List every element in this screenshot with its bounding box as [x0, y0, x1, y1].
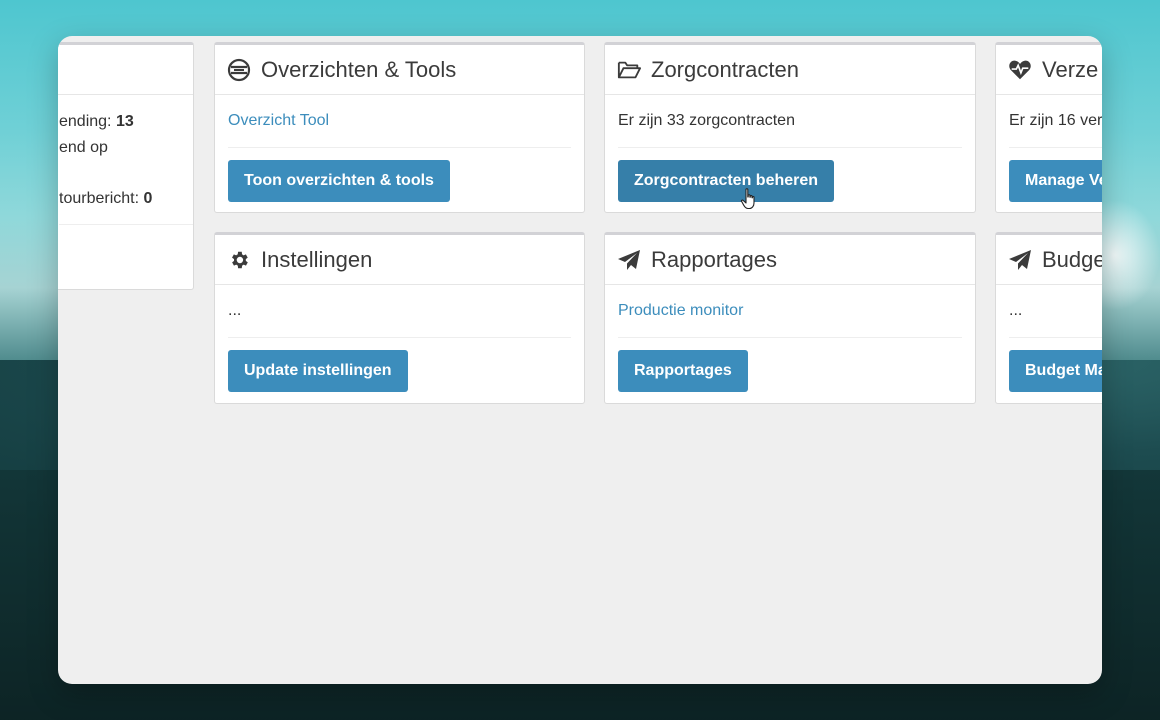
hand-pointer-icon [740, 188, 758, 210]
toon-overzichten-button[interactable]: Toon overzichten & tools [228, 160, 450, 202]
folder-open-icon [617, 58, 641, 82]
panel-item-row: Productie monitor [618, 285, 962, 338]
panel-left-clipped: ending: 13 end op tourbericht: 0 [58, 42, 194, 290]
circle-lines-icon [227, 58, 251, 82]
panel-verzekeraars: Verze Er zijn 16 ver Manage Ve [995, 42, 1102, 213]
productie-monitor-link[interactable]: Productie monitor [618, 302, 743, 320]
budget-manage-button[interactable]: Budget Ma [1009, 350, 1102, 392]
panel-instellingen-header: Instellingen [215, 235, 584, 285]
left-line-1-value: 13 [115, 113, 134, 130]
panel-budget-header: Budge [996, 235, 1102, 285]
panel-title: Overzichten & Tools [261, 56, 457, 82]
panel-left-header [58, 45, 193, 95]
panel-title: Instellingen [261, 246, 373, 272]
gear-icon [227, 248, 251, 272]
panel-item-row: Overzicht Tool [228, 95, 571, 148]
panel-title: Zorgcontracten [651, 56, 799, 82]
paper-plane-icon [1008, 248, 1032, 272]
app-window: ending: 13 end op tourbericht: 0 Overzic… [58, 36, 1102, 684]
zorgcontracten-beheren-button[interactable]: Zorgcontracten beheren [618, 160, 835, 202]
panel-rapportages-header: Rapportages [605, 235, 975, 285]
panel-left-body: ending: 13 end op tourbericht: 0 [58, 109, 193, 225]
budget-text: ... [1009, 285, 1102, 338]
heartbeat-icon [1008, 58, 1032, 82]
zorgcontracten-count: Er zijn 33 zorgcontracten [618, 95, 962, 148]
verzekeraars-count: Er zijn 16 ver [1009, 95, 1102, 148]
panel-budget: Budge ... Budget Ma [995, 232, 1102, 404]
left-line-2: end op [59, 139, 108, 156]
left-line-3-value: 0 [143, 190, 153, 207]
panel-rapportages: Rapportages Productie monitor Rapportage… [604, 232, 976, 404]
panel-title: Budge [1042, 246, 1102, 272]
panel-overzichten-header: Overzichten & Tools [215, 45, 584, 95]
paper-plane-icon [617, 248, 641, 272]
panel-overzichten-tools: Overzichten & Tools Overzicht Tool Toon … [214, 42, 585, 213]
panel-instellingen: Instellingen ... Update instellingen [214, 232, 585, 404]
left-divider [59, 224, 193, 225]
panel-title: Verze [1042, 56, 1099, 82]
left-line-1: ending: 13 [59, 113, 134, 130]
panel-title: Rapportages [651, 246, 777, 272]
panel-verzekeraars-header: Verze [996, 45, 1102, 95]
left-line-3: tourbericht: 0 [59, 190, 153, 207]
instellingen-text: ... [228, 285, 571, 338]
manage-verzekeraars-button[interactable]: Manage Ve [1009, 160, 1102, 202]
panel-zorgcontracten-header: Zorgcontracten [605, 45, 975, 95]
panel-zorgcontracten: Zorgcontracten Er zijn 33 zorgcontracten… [604, 42, 976, 213]
overzicht-tool-link[interactable]: Overzicht Tool [228, 112, 329, 130]
update-instellingen-button[interactable]: Update instellingen [228, 350, 408, 392]
rapportages-button[interactable]: Rapportages [618, 350, 748, 392]
